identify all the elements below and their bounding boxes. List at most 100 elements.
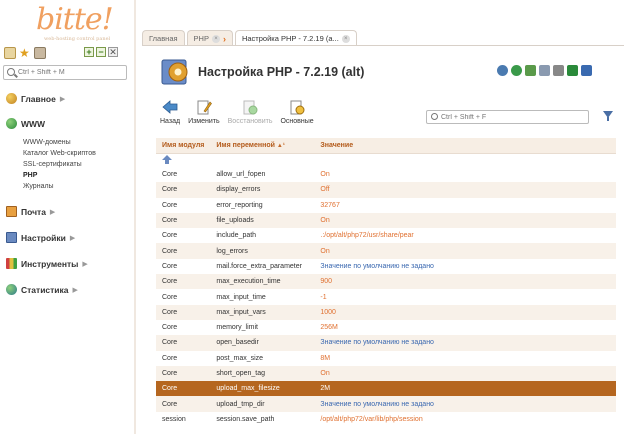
mail-icon: [6, 206, 17, 217]
table-row[interactable]: Core open_basedir Значение по умолчанию не…: [156, 335, 616, 351]
brand-logo[interactable]: bitte! web-hosting control panel: [36, 2, 114, 42]
restore-icon: [243, 100, 258, 115]
table-row[interactable]: Core max_execution_time 900: [156, 274, 616, 290]
sidebar-item-php[interactable]: PHP: [23, 170, 96, 181]
basic-settings-button[interactable]: Основные: [280, 99, 314, 125]
expand-all-button[interactable]: +: [84, 47, 94, 57]
table-row[interactable]: session session.save_path/opt/alt/php72/v…: [156, 412, 616, 427]
table-row[interactable]: Core max_input_vars 1000: [156, 304, 616, 320]
basic-settings-icon: [290, 100, 305, 115]
pin-icon[interactable]: ✕: [108, 47, 118, 57]
tab-bar: Главная PHP × › Настройка PHP - 7.2.19 (а.…: [142, 29, 359, 46]
question-icon[interactable]: [581, 65, 592, 76]
value-cell: On: [320, 171, 330, 179]
tab-php-settings[interactable]: Настройка PHP - 7.2.19 (а... ×: [234, 30, 357, 46]
value-cell: 900: [314, 274, 616, 290]
table-row[interactable]: Core memory_limit 256M: [156, 320, 616, 335]
print-icon[interactable]: [553, 65, 564, 76]
module-cell: Core: [162, 171, 178, 179]
parent-folder-icon: [162, 154, 172, 164]
table-row[interactable]: Core log_errors On: [156, 243, 616, 259]
nav-section-www[interactable]: WWW: [6, 118, 45, 129]
collapse-all-button[interactable]: −: [96, 47, 106, 57]
value-cell: Значение по умолчанию не задано: [314, 396, 616, 412]
excel-icon[interactable]: [567, 65, 578, 76]
sidebar-item-web-scripts[interactable]: Каталог Web-скриптов: [23, 148, 96, 159]
col-module[interactable]: Имя модуля: [156, 138, 211, 154]
variable-cell: session.save_path: [216, 415, 275, 423]
restore-button[interactable]: Восстановить: [228, 99, 272, 125]
nav-section-main[interactable]: Главное ▶: [6, 93, 65, 104]
notes-icon[interactable]: [4, 47, 16, 59]
value-cell: On: [314, 365, 616, 382]
sidebar-item-ssl[interactable]: SSL-сертификаты: [23, 159, 96, 170]
header-actions: [497, 65, 592, 76]
close-tab-icon[interactable]: ×: [211, 34, 220, 43]
search-icon: [7, 68, 15, 76]
nav-section-settings[interactable]: Настройки ▶: [6, 232, 75, 243]
value-cell: .:/opt/alt/php72/usr/share/pear: [320, 232, 414, 240]
table-row[interactable]: Core mail.force_extra_parameter Значение п…: [156, 259, 616, 274]
briefcase-icon[interactable]: [34, 47, 46, 59]
table-row[interactable]: Core display_errors Off: [156, 182, 616, 198]
module-cell: Core: [162, 262, 178, 270]
table-row[interactable]: Core file_uploads On: [156, 212, 616, 229]
table-search-input[interactable]: [441, 112, 586, 122]
sidebar-item-www-domains[interactable]: WWW-домены: [23, 137, 96, 148]
variable-cell: log_errors: [210, 243, 315, 259]
sidebar-search[interactable]: [3, 65, 127, 80]
sidebar-item-logs[interactable]: Журналы: [23, 181, 96, 192]
table-row[interactable]: Core upload_tmp_dir Значение по умолчанию …: [156, 396, 616, 412]
value-cell: -1: [320, 293, 327, 301]
variable-cell: short_open_tag: [210, 365, 315, 382]
nav-section-mail[interactable]: Почта ▶: [6, 206, 55, 217]
document-icon[interactable]: [539, 65, 550, 76]
back-button[interactable]: Назад: [160, 99, 180, 125]
export-icon[interactable]: [525, 65, 536, 76]
refresh-icon[interactable]: [497, 65, 508, 76]
table-row[interactable]: Core allow_url_fopen On: [156, 167, 616, 182]
table-row[interactable]: Core short_open_tag On: [156, 365, 616, 382]
toolbar: Назад Изменить Восстановить Основные: [160, 99, 314, 125]
table-search[interactable]: [426, 110, 589, 124]
tab-main[interactable]: Главная: [142, 30, 185, 46]
nav-section-stats[interactable]: Статистика ▶: [6, 284, 78, 295]
module-cell: Core: [156, 381, 211, 397]
table-row[interactable]: Core post_max_size 8M: [156, 351, 616, 366]
module-cell: Core: [156, 335, 211, 351]
sidebar-toolbar: ★ + − ✕: [4, 46, 118, 60]
edit-icon: [197, 100, 212, 115]
star-icon[interactable]: ★: [19, 47, 31, 59]
variable-cell: post_max_size: [216, 354, 264, 362]
value-cell: /opt/alt/php72/var/lib/php/session: [320, 415, 423, 423]
module-cell: Core: [156, 274, 211, 290]
www-submenu: WWW-домены Каталог Web-скриптов SSL-серт…: [23, 137, 96, 192]
table-row[interactable]: Core error_reporting 32767: [156, 198, 616, 213]
col-variable[interactable]: Имя переменной ▲¹: [210, 138, 315, 154]
value-cell: Значение по умолчанию не задано: [320, 262, 434, 270]
variable-cell: max_input_vars: [210, 304, 315, 320]
settings-icon: [6, 232, 17, 243]
table-row[interactable]: Core max_input_time -1: [156, 289, 616, 304]
back-arrow-icon: [162, 100, 178, 114]
tab-php[interactable]: PHP × ›: [186, 30, 233, 46]
variable-cell: max_input_time: [216, 293, 266, 301]
nav-section-tools[interactable]: Инструменты ▶: [6, 258, 88, 269]
close-tab-icon[interactable]: ×: [341, 34, 350, 43]
sidebar-search-input[interactable]: [18, 67, 124, 78]
value-cell: Значение по умолчанию не задано: [314, 335, 616, 351]
sidebar: bitte! web-hosting control panel ★ + − ✕ …: [0, 0, 134, 434]
value-cell: 2M: [314, 381, 616, 397]
search-icon: [431, 113, 438, 120]
help-globe-icon[interactable]: [511, 65, 522, 76]
module-cell: Core: [156, 365, 211, 382]
value-cell: 1000: [314, 304, 616, 320]
col-value[interactable]: Значение: [314, 138, 616, 154]
table-row[interactable]: Core include_path .:/opt/alt/php72/usr/sha…: [156, 228, 616, 243]
parent-row[interactable]: [156, 153, 616, 167]
filter-icon[interactable]: [603, 111, 613, 121]
module-cell: Core: [156, 304, 211, 320]
table-row[interactable]: Core upload_max_filesize 2M: [156, 381, 616, 397]
edit-button[interactable]: Изменить: [188, 99, 220, 125]
variable-cell: include_path: [216, 232, 257, 240]
